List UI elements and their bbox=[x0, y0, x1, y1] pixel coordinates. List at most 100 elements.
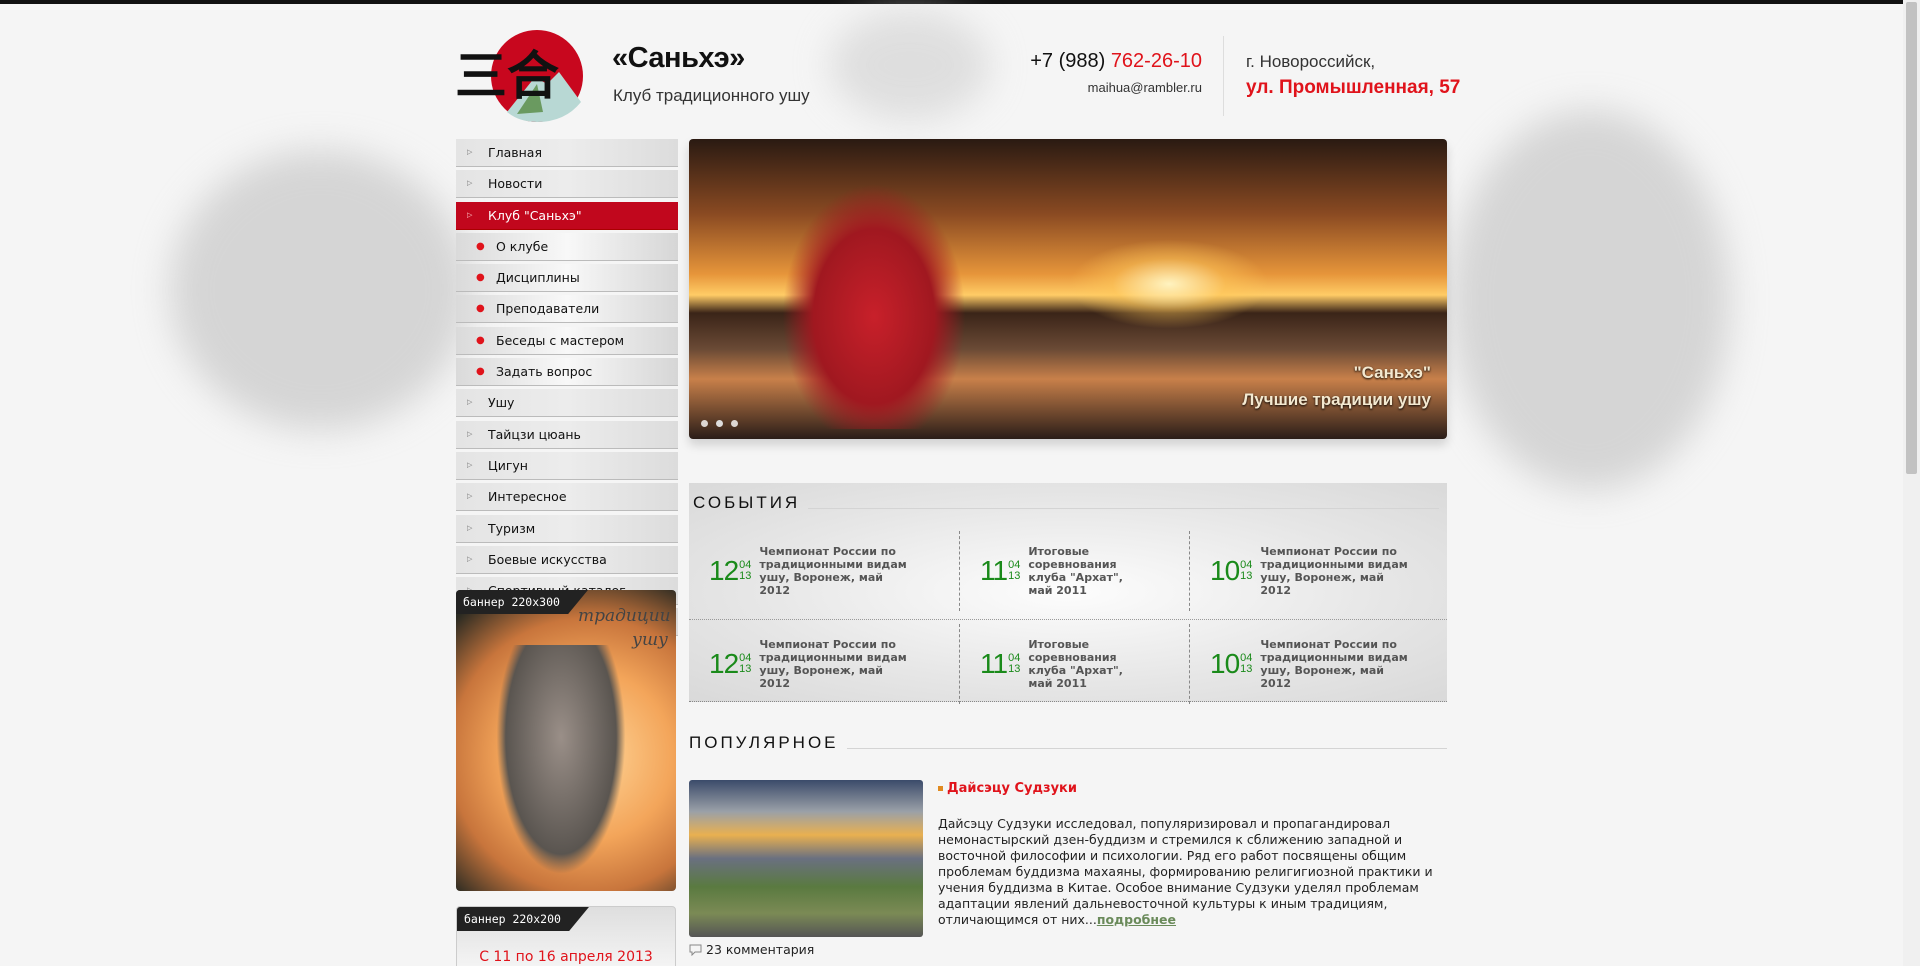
event-day: 12 bbox=[709, 555, 739, 586]
caption-line-1: "Саньхэ" bbox=[1353, 363, 1431, 382]
menu-item-label: Преподаватели bbox=[496, 301, 600, 317]
event-year: 13 bbox=[1008, 570, 1021, 582]
menu-item[interactable]: ▷ Тайцзи цюань bbox=[456, 420, 678, 449]
arrow-icon: ▷ bbox=[467, 492, 473, 501]
menu-item[interactable]: ● Дисциплины bbox=[456, 264, 678, 293]
speech-bubble-icon bbox=[689, 944, 702, 956]
menu-item-label: О клубе bbox=[496, 238, 549, 254]
slider-dots bbox=[701, 420, 738, 427]
banner-220x200[interactable]: баннер 220x200 С 11 по 16 апреля 2013 bbox=[456, 906, 676, 966]
slider-dot[interactable] bbox=[701, 420, 708, 427]
event-month-year: 04 13 bbox=[1240, 560, 1252, 582]
comments-count: 23 комментария bbox=[706, 942, 815, 957]
menu-item[interactable]: ● Задать вопрос bbox=[456, 358, 678, 387]
ink-landscape-right bbox=[1450, 110, 1730, 490]
menu-item[interactable]: ▷ Цигун bbox=[456, 451, 678, 480]
event-item[interactable]: 12 04 13 Чемпионат России по традиционными … bbox=[689, 624, 959, 704]
event-item[interactable]: 10 04 13 Чемпионат России по традиционными … bbox=[1189, 624, 1447, 704]
menu-item[interactable]: ● О клубе bbox=[456, 232, 678, 261]
menu-item[interactable]: ▷ Интересное bbox=[456, 483, 678, 512]
menu-item-label: Тайцзи цюань bbox=[488, 426, 581, 442]
event-month-year: 04 13 bbox=[739, 560, 751, 582]
event-day: 11 bbox=[980, 555, 1008, 586]
banner-220x300[interactable]: баннер 220x300 традиции ушу bbox=[456, 590, 676, 891]
event-month-year: 04 13 bbox=[739, 653, 751, 675]
ink-landscape-left bbox=[170, 150, 470, 430]
scrollbar[interactable] bbox=[1903, 0, 1920, 966]
menu-item-label: Дисциплины bbox=[496, 270, 580, 286]
event-text: Чемпионат России по традиционными видам … bbox=[1260, 545, 1408, 597]
event-item[interactable]: 11 04 13 Итоговые соревнования клуба "Архат… bbox=[959, 531, 1189, 611]
bullet-icon: ● bbox=[476, 272, 485, 284]
ink-leaves bbox=[830, 10, 990, 120]
menu-item-label: Задать вопрос bbox=[496, 364, 593, 380]
sunset bbox=[1069, 239, 1269, 329]
menu-item-label: Ушу bbox=[488, 395, 515, 411]
menu-item-label: Боевые искусства bbox=[488, 551, 607, 567]
event-text: Итоговые соревнования клуба "Архат", май… bbox=[1028, 545, 1123, 597]
article-title-link[interactable]: Дайсэцу Судзуки bbox=[938, 781, 1077, 796]
menu-item[interactable]: ▷ Ушу bbox=[456, 389, 678, 418]
slider-dot[interactable] bbox=[731, 420, 738, 427]
slider-caption: "Саньхэ" Лучшие традиции ушу bbox=[1242, 359, 1431, 413]
menu-item-label: Интересное bbox=[488, 489, 567, 505]
arrow-icon: ▷ bbox=[467, 148, 473, 156]
bullet-icon: ● bbox=[476, 303, 485, 315]
arrow-icon: ▷ bbox=[467, 210, 473, 219]
event-day: 12 bbox=[709, 648, 739, 679]
slider-dot[interactable] bbox=[716, 420, 723, 427]
event-item[interactable]: 11 04 13 Итоговые соревнования клуба "Архат… bbox=[959, 624, 1189, 704]
events-row: 12 04 13 Чемпионат России по традиционными … bbox=[689, 619, 1447, 711]
menu-item-label: Клуб "Саньхэ" bbox=[488, 207, 582, 223]
event-item[interactable]: 10 04 13 Чемпионат России по традиционными … bbox=[1189, 531, 1447, 611]
street-address: ул. Промышленная, 57 bbox=[1246, 77, 1461, 98]
popular-heading: ПОПУЛЯРНОЕ bbox=[689, 733, 1447, 753]
event-month-year: 04 13 bbox=[1240, 653, 1252, 675]
events-heading-text: СОБЫТИЯ bbox=[693, 493, 801, 512]
bullet-icon bbox=[938, 786, 943, 791]
arrow-icon: ▷ bbox=[467, 429, 473, 438]
menu-item[interactable]: ▷ Боевые искусства bbox=[456, 545, 678, 574]
event-month-year: 04 13 bbox=[1008, 560, 1020, 582]
arrow-icon: ▷ bbox=[467, 460, 473, 469]
events-row: 12 04 13 Чемпионат России по традиционными … bbox=[689, 527, 1447, 619]
wushu-figure bbox=[779, 179, 969, 429]
menu-item[interactable]: ● Беседы с мастером bbox=[456, 326, 678, 355]
event-text: Чемпионат России по традиционными видам … bbox=[1260, 638, 1408, 690]
menu-item-label: Главная bbox=[488, 145, 542, 160]
event-month-year: 04 13 bbox=[1008, 653, 1020, 675]
site-title: «Саньхэ» bbox=[612, 42, 745, 74]
logo[interactable]: 三合 bbox=[455, 22, 595, 130]
menu-item[interactable]: ▷ Новости bbox=[456, 170, 678, 199]
event-year: 13 bbox=[1240, 570, 1253, 582]
bullet-icon: ● bbox=[476, 240, 485, 252]
comments-link[interactable]: 23 комментария bbox=[689, 942, 814, 957]
event-year: 13 bbox=[739, 663, 752, 675]
event-day: 10 bbox=[1210, 555, 1240, 586]
menu-item[interactable]: ● Преподаватели bbox=[456, 295, 678, 324]
scrollbar-thumb[interactable] bbox=[1906, 2, 1917, 474]
event-text: Итоговые соревнования клуба "Архат", май… bbox=[1028, 638, 1123, 690]
banner-tag: баннер 220x300 bbox=[456, 590, 588, 614]
event-year: 13 bbox=[1240, 663, 1253, 675]
bullet-icon: ● bbox=[476, 334, 485, 346]
hero-slider[interactable]: "Саньхэ" Лучшие традиции ушу bbox=[689, 139, 1447, 439]
menu-item-label: Беседы с мастером bbox=[496, 332, 625, 348]
article-title: Дайсэцу Судзуки bbox=[947, 781, 1077, 796]
menu-item[interactable]: ▷ Клуб "Саньхэ" bbox=[456, 201, 678, 230]
article-image[interactable] bbox=[689, 780, 923, 937]
event-text: Чемпионат России по традиционными видам … bbox=[759, 638, 907, 690]
menu-item-label: Новости bbox=[488, 176, 543, 192]
header-divider bbox=[1223, 36, 1224, 116]
phone-prefix: +7 (988) bbox=[1030, 50, 1111, 72]
bullet-icon: ● bbox=[476, 366, 485, 378]
read-more-link[interactable]: подробнее bbox=[1097, 912, 1176, 927]
arrow-icon: ▷ bbox=[467, 398, 473, 407]
event-day: 11 bbox=[980, 648, 1008, 679]
menu-item[interactable]: ▷ Туризм bbox=[456, 514, 678, 543]
event-item[interactable]: 12 04 13 Чемпионат России по традиционными … bbox=[689, 531, 959, 611]
phone-number: 762-26-10 bbox=[1110, 50, 1202, 72]
banner-date-text: С 11 по 16 апреля 2013 bbox=[479, 949, 653, 965]
email-link[interactable]: maihua@rambler.ru bbox=[1088, 80, 1202, 95]
menu-item[interactable]: ▷ Главная bbox=[456, 139, 678, 167]
